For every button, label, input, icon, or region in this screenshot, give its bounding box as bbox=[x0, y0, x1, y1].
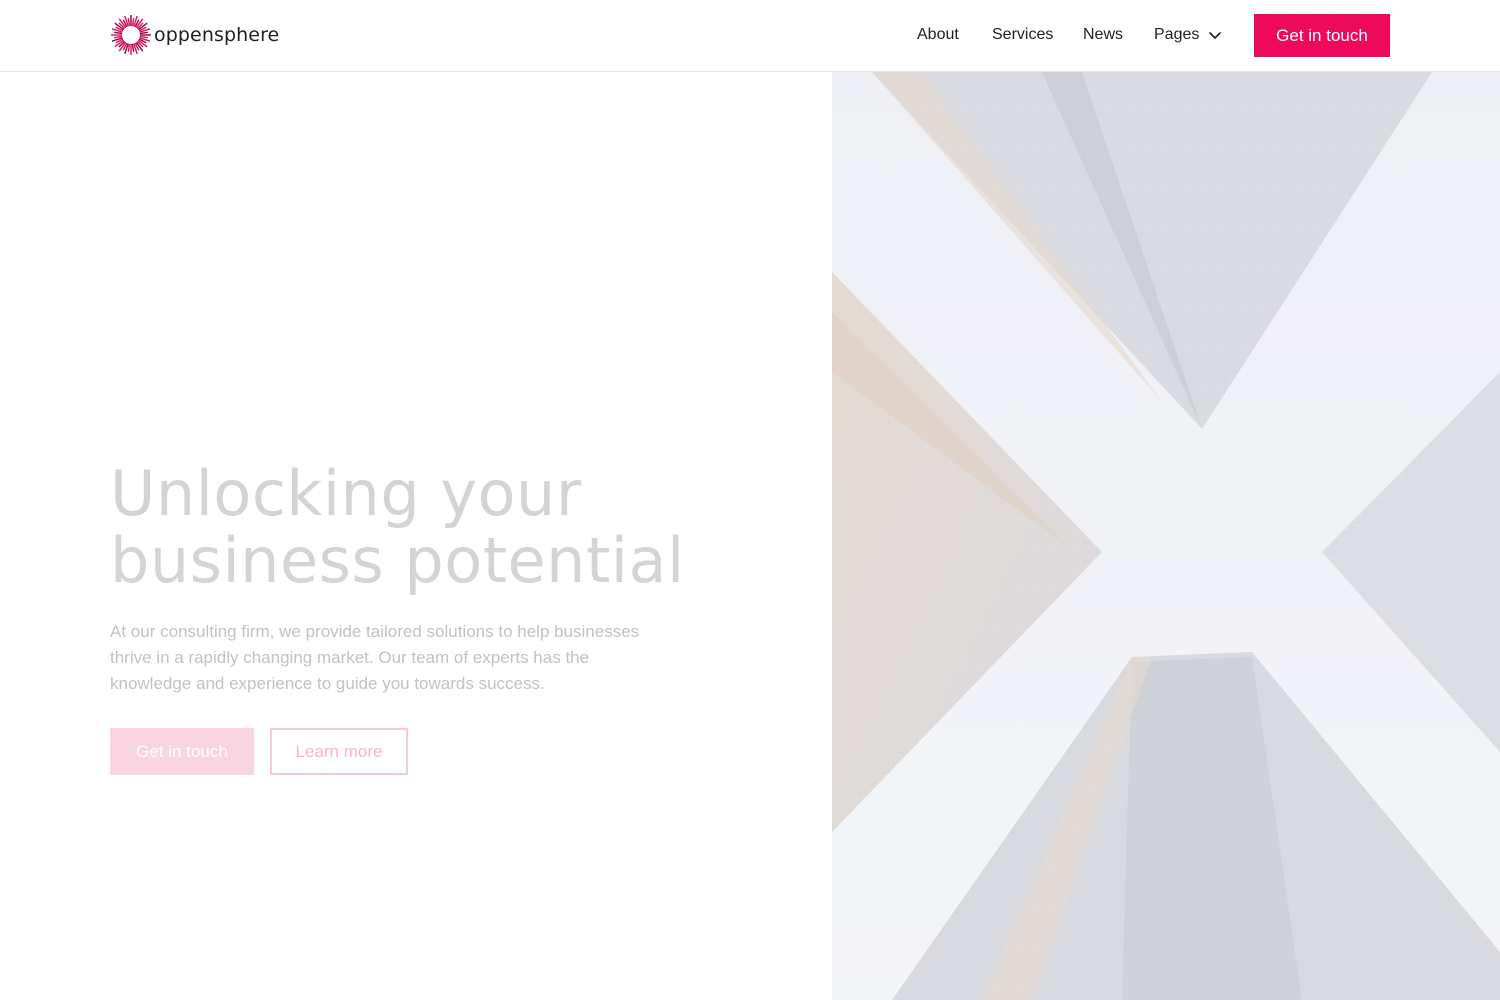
hero-get-in-touch-button[interactable]: Get in touch bbox=[110, 728, 254, 775]
sunburst-logo-icon bbox=[111, 15, 151, 55]
site-header: oppensphere About Services News Pages Ge… bbox=[0, 0, 1500, 72]
chevron-down-icon bbox=[1209, 32, 1222, 39]
nav-item-news[interactable]: News bbox=[1083, 26, 1123, 44]
hero-title-line-2: business potential bbox=[110, 524, 685, 597]
hero-learn-more-button[interactable]: Learn more bbox=[270, 728, 408, 775]
nav-item-pages-label: Pages bbox=[1154, 26, 1200, 43]
hero-image bbox=[832, 72, 1500, 1000]
header-get-in-touch-button[interactable]: Get in touch bbox=[1254, 14, 1390, 57]
hero-title-line-1: Unlocking your bbox=[110, 457, 582, 530]
nav-item-services[interactable]: Services bbox=[992, 26, 1053, 44]
skyscrapers-image bbox=[832, 72, 1500, 1000]
hero-title: Unlocking your business potential bbox=[110, 460, 750, 594]
nav-item-pages[interactable]: Pages bbox=[1154, 26, 1223, 44]
hero-description: At our consulting firm, we provide tailo… bbox=[110, 622, 640, 693]
brand-name: oppensphere bbox=[154, 24, 280, 46]
brand-logo[interactable]: oppensphere bbox=[110, 14, 279, 56]
nav-item-about[interactable]: About bbox=[917, 26, 959, 44]
